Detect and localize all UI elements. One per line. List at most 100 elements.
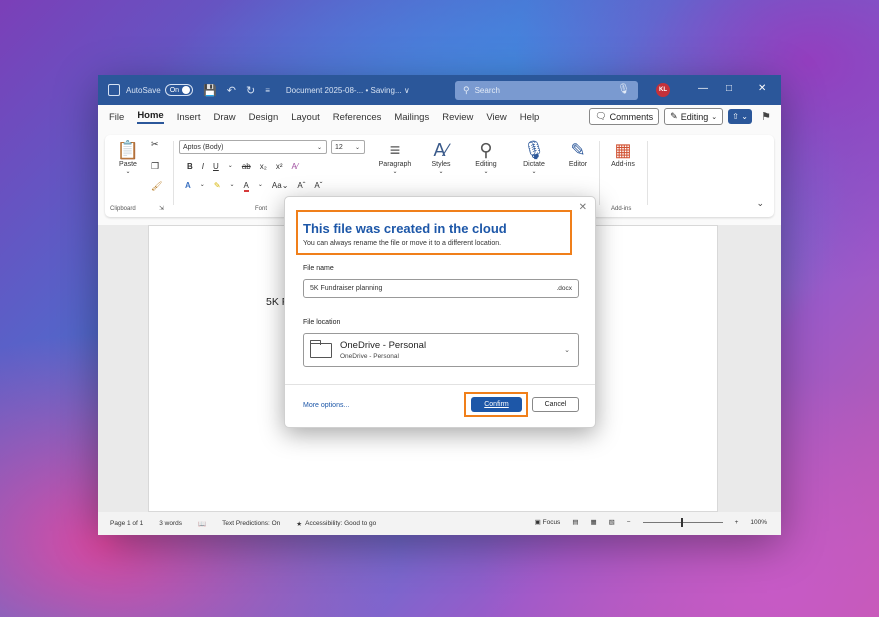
underline-icon[interactable]: U bbox=[213, 162, 219, 171]
bold-icon[interactable]: B bbox=[187, 162, 193, 171]
document-title[interactable]: Document 2025-08-... • Saving... ∨ bbox=[286, 86, 410, 95]
chevron-down-icon[interactable]: ⌄ bbox=[200, 181, 205, 192]
cancel-button[interactable]: Cancel bbox=[532, 397, 579, 412]
file-location-select[interactable]: OneDrive - Personal OneDrive - Personal … bbox=[303, 333, 579, 367]
toggle-knob bbox=[182, 86, 191, 94]
folder-icon bbox=[310, 339, 332, 358]
focus-button[interactable]: ▣ Focus bbox=[535, 518, 561, 526]
chevron-down-icon: ⌄ bbox=[316, 144, 322, 151]
addins-group-label: Add-ins bbox=[611, 206, 632, 212]
chevron-down-icon: ⌄ bbox=[564, 347, 570, 354]
read-mode-icon[interactable]: ▤ bbox=[572, 518, 578, 526]
tab-draw[interactable]: Draw bbox=[213, 112, 235, 123]
tab-home[interactable]: Home bbox=[137, 110, 164, 124]
close-icon[interactable]: ✕ bbox=[579, 202, 587, 213]
editor-button[interactable]: ✎ Editor bbox=[563, 139, 593, 168]
avatar[interactable]: KL bbox=[656, 83, 670, 97]
editing-button[interactable]: ⚲ Editing ⌄ bbox=[469, 139, 503, 175]
tab-insert[interactable]: Insert bbox=[177, 112, 201, 123]
file-location-label: File location bbox=[303, 319, 341, 326]
microphone-icon[interactable]: 🎙 bbox=[617, 84, 630, 95]
redo-icon[interactable]: ↻ bbox=[246, 84, 255, 97]
tab-help[interactable]: Help bbox=[520, 112, 540, 123]
styles-label: Styles bbox=[431, 161, 451, 168]
zoom-out-icon[interactable]: − bbox=[627, 519, 631, 526]
word-count[interactable]: 3 words bbox=[159, 520, 182, 527]
zoom-slider[interactable] bbox=[642, 517, 723, 527]
paragraph-button[interactable]: ≡ Paragraph ⌄ bbox=[373, 139, 417, 175]
chevron-down-icon[interactable]: ⌄ bbox=[230, 181, 235, 192]
search-box[interactable]: ⚲ Search 🎙 bbox=[455, 81, 638, 100]
tab-references[interactable]: References bbox=[333, 112, 382, 123]
share-icon: ⇧ ⌄ bbox=[732, 112, 748, 121]
addins-label: Add-ins bbox=[611, 161, 635, 168]
change-case-icon[interactable]: Aa⌄ bbox=[272, 181, 289, 192]
pencil-icon: ✎ bbox=[670, 111, 678, 121]
addins-button[interactable]: ▦ Add-ins bbox=[605, 139, 641, 168]
editor-label: Editor bbox=[568, 161, 588, 168]
share-button[interactable]: ⇧ ⌄ bbox=[728, 109, 753, 124]
tab-design[interactable]: Design bbox=[249, 112, 279, 123]
italic-icon[interactable]: I bbox=[202, 162, 204, 171]
tab-view[interactable]: View bbox=[486, 112, 506, 123]
comments-button[interactable]: 🗨 Comments bbox=[589, 108, 660, 125]
clear-format-icon[interactable]: A⁄ bbox=[292, 162, 299, 171]
cut-icon[interactable]: ✂ bbox=[151, 139, 159, 150]
font-size-select[interactable]: 12 ⌄ bbox=[331, 140, 365, 154]
text-effects-icon[interactable]: A bbox=[185, 181, 191, 192]
close-icon[interactable]: ✕ bbox=[758, 83, 766, 94]
location-main: OneDrive - Personal bbox=[340, 340, 427, 351]
print-layout-icon[interactable]: ▦ bbox=[590, 518, 596, 526]
editing-mode-button[interactable]: ✎ Editing ⌄ bbox=[664, 108, 724, 125]
tab-mailings[interactable]: Mailings bbox=[394, 112, 429, 123]
web-layout-icon[interactable]: ▧ bbox=[609, 518, 615, 526]
chevron-down-icon[interactable]: ⌄ bbox=[228, 162, 233, 171]
copy-icon[interactable]: ❐ bbox=[151, 161, 159, 172]
save-icon[interactable]: 💾 bbox=[203, 84, 217, 97]
minimize-icon[interactable]: — bbox=[698, 83, 708, 94]
format-painter-icon[interactable]: 🖌 bbox=[151, 181, 162, 192]
page-count[interactable]: Page 1 of 1 bbox=[110, 520, 143, 527]
font-color-icon[interactable]: A bbox=[243, 181, 249, 192]
tab-review[interactable]: Review bbox=[442, 112, 473, 123]
dialog-subtitle: You can always rename the file or move i… bbox=[303, 240, 502, 247]
tab-layout[interactable]: Layout bbox=[291, 112, 320, 123]
dictate-button[interactable]: 🎙 Dictate ⌄ bbox=[517, 139, 551, 175]
paste-button[interactable]: 📋 Paste ⌄ bbox=[115, 139, 141, 175]
font-name-select[interactable]: Aptos (Body) ⌄ bbox=[179, 140, 327, 154]
proofing-icon[interactable]: 📖 bbox=[198, 520, 206, 528]
accessibility-status[interactable]: ★ Accessibility: Good to go bbox=[296, 520, 376, 528]
ribbon-pin-icon[interactable]: ⚑ bbox=[761, 110, 771, 123]
zoom-thumb[interactable] bbox=[680, 517, 683, 527]
subscript-icon[interactable]: x₂ bbox=[260, 162, 267, 171]
paragraph-label: Paragraph bbox=[378, 161, 412, 168]
menu-bar: File Home Insert Draw Design Layout Refe… bbox=[98, 105, 781, 129]
customize-icon[interactable]: ≡ bbox=[265, 86, 270, 95]
search-icon: ⚲ bbox=[479, 140, 493, 160]
undo-icon[interactable]: ↶ bbox=[227, 84, 236, 97]
chevron-down-icon[interactable]: ⌄ bbox=[258, 181, 263, 192]
editing-label: Editing bbox=[475, 161, 497, 168]
status-bar: Page 1 of 1 3 words 📖 Text Predictions: … bbox=[98, 512, 781, 535]
chevron-down-icon: ⌄ bbox=[392, 169, 398, 175]
file-name-input[interactable]: 5K Fundraiser planning .docx bbox=[303, 279, 579, 298]
confirm-button[interactable]: Confirm bbox=[471, 397, 522, 412]
highlight-icon[interactable]: ✎ bbox=[214, 181, 221, 192]
shrink-font-icon[interactable]: Aˇ bbox=[314, 181, 322, 192]
grow-font-icon[interactable]: Aˆ bbox=[297, 181, 305, 192]
more-options-link[interactable]: More options... bbox=[303, 402, 349, 409]
comment-icon: 🗨 bbox=[595, 111, 607, 121]
zoom-in-icon[interactable]: + bbox=[735, 519, 739, 526]
clipboard-launcher-icon[interactable]: ⇲ bbox=[159, 205, 164, 212]
ribbon-expand-icon[interactable]: ⌄ bbox=[756, 198, 764, 209]
autosave-toggle[interactable]: On bbox=[164, 84, 194, 96]
maximize-icon[interactable]: □ bbox=[726, 83, 732, 94]
text-predictions[interactable]: Text Predictions: On bbox=[222, 520, 280, 527]
styles-button[interactable]: A∕ Styles ⌄ bbox=[427, 139, 455, 175]
tab-file[interactable]: File bbox=[109, 112, 124, 123]
comments-label: Comments bbox=[609, 111, 654, 122]
superscript-icon[interactable]: x² bbox=[276, 162, 283, 171]
zoom-level[interactable]: 100% bbox=[750, 519, 767, 526]
focus-label: Focus bbox=[542, 519, 561, 526]
strikethrough-icon[interactable]: ab bbox=[242, 162, 251, 171]
